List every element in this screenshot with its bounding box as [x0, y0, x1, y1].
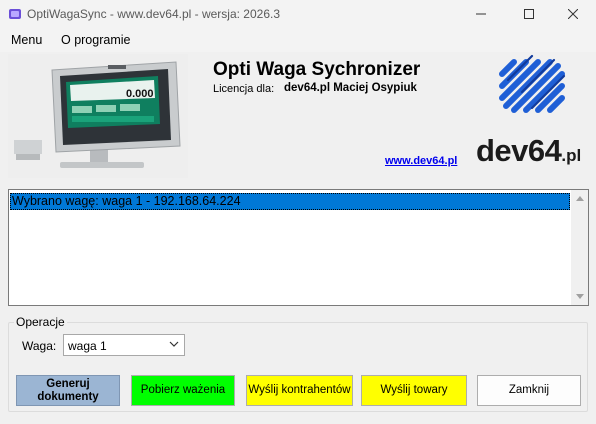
menu-item-menu[interactable]: Menu [11, 33, 42, 47]
close-button[interactable]: Zamknij [477, 375, 581, 406]
title-bar: OptiWagaSync - www.dev64.pl - wersja: 20… [0, 0, 596, 28]
vertical-scrollbar[interactable] [571, 190, 588, 305]
maximize-icon [524, 9, 534, 19]
app-name-heading: Opti Waga Sychronizer [213, 59, 421, 80]
scale-select-value: waga 1 [68, 339, 107, 353]
scale-display-value: 0.000 [126, 88, 154, 100]
dev64-logo-icon [499, 54, 566, 113]
menu-item-about[interactable]: O programie [61, 33, 130, 47]
operations-legend: Operacje [14, 315, 67, 329]
chevron-down-icon [169, 341, 179, 347]
maximize-button[interactable] [506, 0, 552, 28]
licence-label: Licencja dla: [213, 83, 275, 95]
list-item[interactable]: Wybrano wagę: waga 1 - 192.168.64.224 [10, 193, 570, 210]
arrow-up-icon [575, 196, 584, 201]
scale-image: 0.000 [8, 54, 188, 178]
send-contractors-button[interactable]: Wyślij kontrahentów [246, 375, 353, 406]
close-window-button[interactable] [550, 0, 596, 28]
website-link[interactable]: www.dev64.pl [385, 155, 457, 167]
licence-value: dev64.pl Maciej Osypiuk [284, 82, 417, 94]
scale-select[interactable]: waga 1 [63, 334, 185, 356]
log-listbox[interactable]: Wybrano wagę: waga 1 - 192.168.64.224 [8, 189, 589, 306]
minimize-button[interactable] [458, 0, 504, 28]
scroll-up-button[interactable] [571, 190, 588, 207]
close-icon [568, 9, 578, 19]
fetch-weighings-button[interactable]: Pobierz ważenia [131, 375, 235, 406]
generate-documents-button[interactable]: Generuj dokumenty [16, 375, 120, 406]
scroll-down-button[interactable] [571, 288, 588, 305]
header-banner: 0.000 Opti Waga Sychronizer Licencja dla… [8, 52, 588, 182]
menu-bar: Menu O programie [0, 28, 596, 52]
scale-label: Waga: [22, 339, 57, 353]
window-title: OptiWagaSync - www.dev64.pl - wersja: 20… [27, 7, 281, 21]
minimize-icon [476, 13, 486, 15]
dev64-logo-text: dev64.pl [476, 133, 582, 168]
arrow-down-icon [575, 294, 584, 299]
send-goods-button[interactable]: Wyślij towary [361, 375, 467, 406]
app-icon [9, 9, 21, 19]
